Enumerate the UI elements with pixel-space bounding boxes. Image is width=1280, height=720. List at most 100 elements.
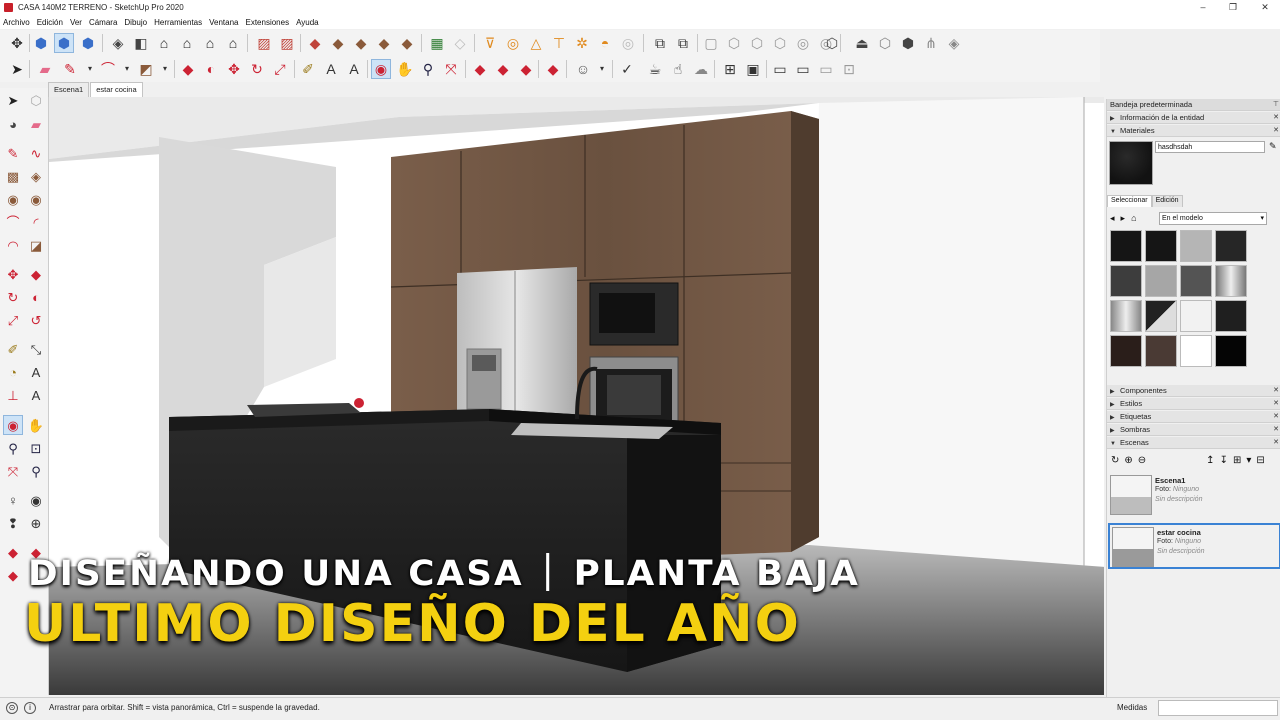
share-model-icon[interactable]: ⬡	[875, 33, 895, 53]
component-icon[interactable]: ⧉	[673, 33, 693, 53]
pencil-icon[interactable]: ✎	[60, 59, 80, 79]
dimension-icon[interactable]: ⤡	[26, 339, 46, 359]
menu-ventana[interactable]: Ventana	[209, 18, 238, 27]
shaded-home-icon[interactable]: ⌂	[200, 33, 220, 53]
menu-camara[interactable]: Cámara	[89, 18, 117, 27]
arc-icon[interactable]: ⌒	[98, 59, 118, 79]
material-swatch[interactable]	[1215, 300, 1247, 332]
pan-icon[interactable]: ✋	[395, 59, 415, 79]
teapot-icon[interactable]: ☕	[645, 59, 665, 79]
ruby-icon[interactable]: ◆	[493, 59, 513, 79]
section-plane-icon[interactable]: ⊽	[480, 33, 500, 53]
hand-click-icon[interactable]: ☝	[668, 59, 688, 79]
rotate-icon[interactable]: ↻	[3, 287, 23, 307]
close-icon[interactable]: ✕	[1273, 112, 1279, 124]
rectangle-icon[interactable]: ▩	[3, 166, 23, 186]
close-icon[interactable]: ✕	[1273, 437, 1279, 449]
material-swatch[interactable]	[1180, 265, 1212, 297]
material-swatch[interactable]	[1145, 230, 1177, 262]
section-display-icon[interactable]: ◎	[503, 33, 523, 53]
material-swatch[interactable]	[1110, 335, 1142, 367]
view-right-icon[interactable]: ⬡	[747, 33, 767, 53]
dome-icon[interactable]: ◓	[595, 33, 615, 53]
material-swatch[interactable]	[1180, 300, 1212, 332]
view-top-icon[interactable]: ▢	[701, 33, 721, 53]
stamp-icon[interactable]: ◆	[328, 33, 348, 53]
material-swatch[interactable]	[1180, 335, 1212, 367]
textured-home-icon[interactable]: ⌂	[223, 33, 243, 53]
add-detail-icon[interactable]: ◆	[374, 33, 394, 53]
trimble-connect-icon[interactable]: ⋔	[921, 33, 941, 53]
material-swatch[interactable]	[1145, 265, 1177, 297]
sun-icon[interactable]: ✲	[572, 33, 592, 53]
view-back-icon[interactable]: ⬡	[770, 33, 790, 53]
sandbox-contours-icon[interactable]: ▨	[254, 33, 274, 53]
pie-icon[interactable]: ◪	[26, 235, 46, 255]
lock-icon[interactable]: ⊡	[839, 59, 859, 79]
eraser-icon[interactable]: ▰	[26, 114, 46, 134]
view-left-icon[interactable]: ◎	[793, 33, 813, 53]
restore-button[interactable]: ❐	[1218, 0, 1248, 15]
tape-measure-icon[interactable]: ✐	[3, 339, 23, 359]
menu-archivo[interactable]: Archivo	[3, 18, 30, 27]
material-swatch[interactable]	[1215, 335, 1247, 367]
back-icon[interactable]: ◂	[1110, 213, 1115, 224]
info-icon[interactable]: i	[24, 702, 36, 714]
panel-shadows[interactable]: ▶ Sombras ✕	[1107, 424, 1280, 436]
make-component-icon[interactable]: ⬡	[26, 90, 46, 110]
material-swatch[interactable]	[1110, 230, 1142, 262]
front-view-icon[interactable]: ⬢	[78, 33, 98, 53]
scene-tab-estar-cocina[interactable]: estar cocina	[90, 82, 143, 97]
3d-text-icon[interactable]: A	[344, 59, 364, 79]
menu-ver[interactable]: Ver	[70, 18, 82, 27]
follow-me-icon[interactable]: ◐	[201, 59, 221, 79]
pencil-icon[interactable]: ✎	[3, 143, 23, 163]
library-select[interactable]: En el modelo ▾	[1159, 212, 1267, 225]
group-icon[interactable]: ⧉	[650, 33, 670, 53]
sandbox-scratch-icon[interactable]: ▨	[277, 33, 297, 53]
select-icon[interactable]: ✥	[7, 33, 27, 53]
select-arrow-icon[interactable]: ➤	[7, 59, 27, 79]
menu-ayuda[interactable]: Ayuda	[296, 18, 319, 27]
close-icon[interactable]: ✕	[1273, 125, 1279, 137]
details-icon[interactable]: ⊟	[1256, 455, 1264, 466]
scene-item-escena1[interactable]: Escena1 Foto: Ninguno Sin descripción	[1108, 473, 1280, 519]
close-icon[interactable]: ✕	[1273, 411, 1279, 423]
section-plane-icon[interactable]: ⊕	[26, 513, 46, 533]
chevron-down-icon[interactable]: ▾	[1246, 455, 1251, 466]
photo-texture-icon[interactable]: ◇	[450, 33, 470, 53]
home-icon[interactable]: ⌂	[1131, 213, 1136, 223]
extension-warehouse-icon[interactable]: ⏏	[852, 33, 872, 53]
dropdown-arrow-icon[interactable]: ▾	[592, 59, 612, 79]
panel-tags[interactable]: ▶ Etiquetas ✕	[1107, 411, 1280, 423]
close-button[interactable]: ✕	[1250, 0, 1280, 15]
outer-shell-icon[interactable]: ▣	[743, 59, 763, 79]
window-icon[interactable]: ▭	[793, 59, 813, 79]
panel-styles[interactable]: ▶ Estilos ✕	[1107, 398, 1280, 410]
panel-materials[interactable]: ▼ Materiales ✕	[1107, 125, 1280, 137]
remove-scene-icon[interactable]: ⊖	[1138, 455, 1146, 466]
ruby-icon[interactable]: ◆	[470, 59, 490, 79]
position-camera-icon[interactable]: ♀	[3, 490, 23, 510]
disabled-icon[interactable]: ◎	[618, 33, 638, 53]
scale-icon[interactable]: ⤢	[270, 59, 290, 79]
material-swatch[interactable]	[1215, 230, 1247, 262]
previous-view-icon[interactable]: ⚲	[26, 461, 46, 481]
three-point-arc-icon[interactable]: ◠	[3, 235, 23, 255]
text-icon[interactable]: A	[26, 362, 46, 382]
pushpull-icon[interactable]: ◆	[178, 59, 198, 79]
geo-location-status-icon[interactable]: ⊙	[6, 702, 18, 714]
zoom-icon[interactable]: ⚲	[418, 59, 438, 79]
offset-icon[interactable]: ↺	[26, 310, 46, 330]
view-front-icon[interactable]: ⬡	[724, 33, 744, 53]
add-scene-icon[interactable]: ⊕	[1124, 455, 1132, 466]
close-icon[interactable]: ✕	[1273, 398, 1279, 410]
tape-measure-icon[interactable]: ✐	[298, 59, 318, 79]
rectangle-icon[interactable]: ◩	[136, 59, 156, 79]
minimize-button[interactable]: –	[1188, 0, 1218, 15]
flip-edge-icon[interactable]: ◆	[397, 33, 417, 53]
zoom-window-icon[interactable]: ⊡	[26, 438, 46, 458]
dropdown-arrow-icon[interactable]: ▾	[80, 59, 100, 79]
3d-text-icon[interactable]: A	[26, 385, 46, 405]
tab-edit[interactable]: Edición	[1151, 195, 1183, 207]
